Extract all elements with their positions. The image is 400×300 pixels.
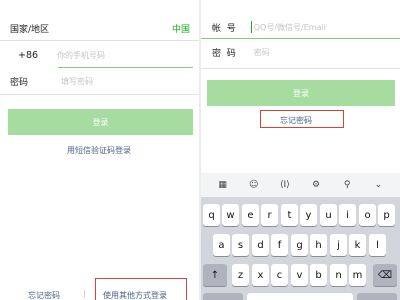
key-e[interactable]: e <box>242 204 259 226</box>
account-input-underline <box>201 38 400 39</box>
key-p[interactable]: p <box>378 204 395 226</box>
search-icon[interactable]: ⚲ <box>338 180 356 190</box>
on-screen-keyboard: ▦ ☺ ⟨I⟩ ⚙ ⚲ ⌄ q w e r t y u i o p a s d … <box>201 173 400 300</box>
key-g[interactable]: g <box>291 234 308 256</box>
key-q[interactable]: q <box>203 204 220 226</box>
key-o[interactable]: o <box>359 204 376 226</box>
key-v[interactable]: v <box>291 264 308 286</box>
login-button[interactable]: 登录 <box>8 109 193 135</box>
account-input[interactable]: QQ号/微信号/Email <box>254 22 326 33</box>
key-c[interactable]: c <box>271 264 288 286</box>
key-b[interactable]: b <box>310 264 327 286</box>
key-z[interactable]: z <box>232 264 249 286</box>
shift-key[interactable]: ↑ <box>203 264 227 286</box>
phone-input-underline <box>58 67 193 68</box>
keyboard-row-4 <box>201 293 400 300</box>
divider-line <box>0 40 199 41</box>
space-key[interactable] <box>247 293 353 300</box>
password-label: 密 码 <box>212 48 236 59</box>
region-row[interactable]: 国家/地区 中国 <box>10 21 190 35</box>
grid-icon[interactable]: ▦ <box>214 180 232 190</box>
key-mode[interactable] <box>203 293 243 300</box>
password-row: 密码 填写密码 <box>10 74 190 88</box>
key-h[interactable]: h <box>310 234 327 256</box>
phone-input[interactable]: 你的手机号码 <box>57 50 105 61</box>
highlight-box <box>95 278 187 300</box>
region-value[interactable]: 中国 <box>172 22 190 35</box>
keyboard-toolbar: ▦ ☺ ⟨I⟩ ⚙ ⚲ ⌄ <box>201 173 400 197</box>
key-k[interactable]: k <box>349 234 366 256</box>
keyboard-row-1: q w e r t y u i o p <box>201 204 400 226</box>
password-label: 密码 <box>10 77 29 88</box>
password-row: 密 码 密码 <box>212 45 397 59</box>
divider-line <box>201 68 400 69</box>
key-n[interactable]: n <box>330 264 347 286</box>
backspace-key[interactable]: ⌫ <box>373 264 397 286</box>
text-cursor <box>250 21 252 33</box>
key-d[interactable]: d <box>252 234 269 256</box>
login-button[interactable]: 登录 <box>207 80 395 106</box>
region-label: 国家/地区 <box>10 24 50 35</box>
divider-line <box>0 94 199 95</box>
key-a[interactable]: a <box>213 234 230 256</box>
key-u[interactable]: u <box>320 204 337 226</box>
footer-divider: | <box>83 289 86 298</box>
account-row: 帐 号 QQ号/微信号/Email <box>212 20 397 34</box>
password-input[interactable]: 密码 <box>254 47 270 58</box>
cursor-icon[interactable]: ⟨I⟩ <box>276 180 294 190</box>
collapse-icon[interactable]: ⌄ <box>369 180 387 190</box>
key-m[interactable]: m <box>349 264 366 286</box>
key-t[interactable]: t <box>281 204 298 226</box>
country-code[interactable]: +86 <box>18 50 38 61</box>
emoji-icon[interactable]: ☺ <box>245 180 263 190</box>
phone-login-panel: 国家/地区 中国 +86 你的手机号码 密码 填写密码 登录 用短信验证码登录 … <box>0 0 199 300</box>
key-l[interactable]: l <box>369 234 386 256</box>
key-x[interactable]: x <box>252 264 269 286</box>
highlight-box <box>260 110 344 128</box>
account-label: 帐 号 <box>212 23 236 34</box>
key-j[interactable]: j <box>330 234 347 256</box>
sms-login-link[interactable]: 用短信验证码登录 <box>67 145 131 156</box>
key-f[interactable]: f <box>271 234 288 256</box>
password-input[interactable]: 填写密码 <box>61 76 93 87</box>
account-login-panel: 帐 号 QQ号/微信号/Email 密 码 密码 登录 忘记密码 ▦ ☺ ⟨I⟩… <box>201 0 400 300</box>
phone-row: +86 你的手机号码 <box>18 48 188 62</box>
key-i[interactable]: i <box>339 204 356 226</box>
key-s[interactable]: s <box>232 234 249 256</box>
keyboard-row-3: ↑ z x c v b n m ⌫ <box>201 264 400 286</box>
forgot-password-link[interactable]: 忘记密码 <box>28 290 60 300</box>
key-return[interactable] <box>357 293 397 300</box>
settings-icon[interactable]: ⚙ <box>307 180 325 190</box>
key-y[interactable]: y <box>300 204 317 226</box>
key-r[interactable]: r <box>261 204 278 226</box>
keyboard-row-2: a s d f g h j k l <box>201 234 400 256</box>
key-w[interactable]: w <box>222 204 239 226</box>
